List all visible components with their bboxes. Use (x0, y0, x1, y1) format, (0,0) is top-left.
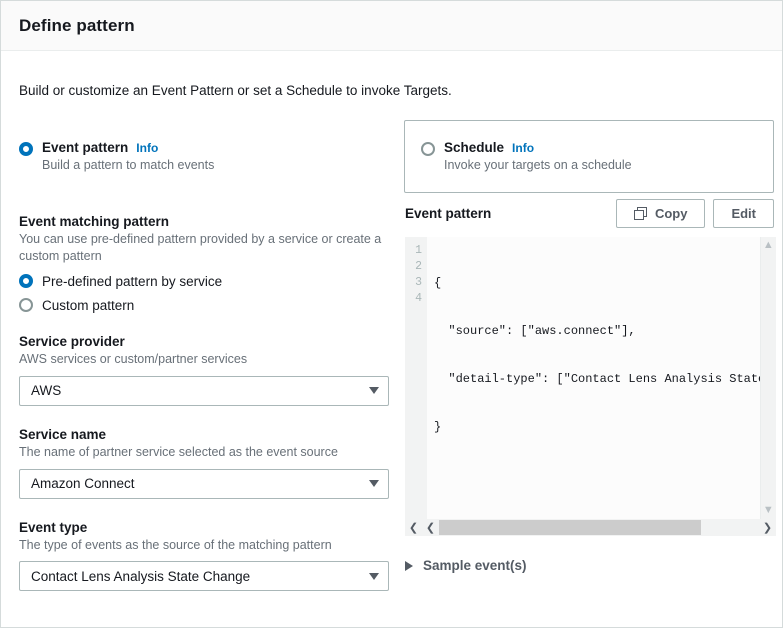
copy-button-label: Copy (655, 206, 688, 221)
right-column: Event pattern Copy Edit (405, 193, 782, 591)
event-pattern-option-wrapper: Event pattern Info Build a pattern to ma… (1, 120, 404, 193)
event-matching-pattern-title: Event matching pattern (19, 214, 387, 229)
horizontal-scroll-track[interactable] (439, 519, 759, 536)
page-title: Define pattern (19, 16, 135, 36)
option-schedule-label-row: Schedule Info (444, 140, 632, 155)
event-matching-pattern-description: You can use pre-defined pattern provided… (19, 231, 387, 265)
scroll-up-icon[interactable]: ▲ (763, 240, 774, 251)
option-schedule-body: Schedule Info Invoke your targets on a s… (444, 140, 632, 172)
option-event-pattern-description: Build a pattern to match events (42, 158, 214, 172)
service-provider-field: Service provider AWS services or custom/… (19, 334, 387, 406)
event-type-label: Event type (19, 520, 387, 535)
line-number: 2 (405, 259, 422, 275)
copy-button[interactable]: Copy (616, 199, 706, 228)
radio-custom-pattern-label: Custom pattern (42, 298, 134, 313)
horizontal-scrollbar-row[interactable]: ❮ ❮ ❯ (405, 519, 776, 536)
service-provider-select[interactable]: AWS (19, 376, 389, 406)
radio-option-pre-defined-pattern[interactable]: Pre-defined pattern by service (19, 274, 387, 289)
chevron-down-icon (369, 480, 379, 487)
event-pattern-editor[interactable]: 1 2 3 4 { "source": ["aws.connect"], "de… (405, 237, 776, 519)
editor-inner: 1 2 3 4 { "source": ["aws.connect"], "de… (405, 237, 760, 519)
option-event-pattern-label: Event pattern (42, 140, 128, 155)
editor-vertical-scrollbar[interactable]: ▲ ▼ (760, 237, 776, 519)
service-provider-value: AWS (31, 383, 61, 398)
editor-scroll-right-icon[interactable]: ❯ (759, 519, 776, 536)
code-line: "source": ["aws.connect"], (434, 323, 760, 339)
sample-events-label: Sample event(s) (423, 558, 527, 573)
event-pattern-title: Event pattern (405, 206, 491, 221)
panel-scroll-left-icon[interactable]: ❮ (405, 519, 422, 536)
radio-schedule[interactable] (421, 142, 435, 156)
service-provider-label: Service provider (19, 334, 387, 349)
copy-icon (634, 207, 647, 220)
editor-code-area[interactable]: { "source": ["aws.connect"], "detail-typ… (427, 237, 760, 519)
event-type-value: Contact Lens Analysis State Change (31, 569, 250, 584)
radio-pre-defined-pattern[interactable] (19, 274, 33, 288)
event-type-field: Event type The type of events as the sou… (19, 520, 387, 592)
pattern-mode-options: Event pattern Info Build a pattern to ma… (1, 120, 782, 193)
schedule-option-wrapper: Schedule Info Invoke your targets on a s… (404, 120, 782, 193)
service-provider-description: AWS services or custom/partner services (19, 351, 387, 368)
event-type-description: The type of events as the source of the … (19, 537, 387, 554)
option-event-pattern-body: Event pattern Info Build a pattern to ma… (42, 140, 214, 172)
line-number: 1 (405, 243, 422, 259)
service-name-description: The name of partner service selected as … (19, 444, 387, 461)
info-link-event-pattern[interactable]: Info (136, 141, 158, 155)
code-line: "detail-type": ["Contact Lens Analysis S… (434, 371, 760, 387)
editor-line-numbers: 1 2 3 4 (405, 237, 427, 519)
line-number: 4 (405, 291, 422, 307)
option-schedule-card[interactable]: Schedule Info Invoke your targets on a s… (404, 120, 774, 193)
radio-option-custom-pattern[interactable]: Custom pattern (19, 298, 387, 313)
sample-events-toggle[interactable]: Sample event(s) (405, 558, 782, 573)
event-pattern-actions: Copy Edit (616, 199, 774, 228)
form-body: Event matching pattern You can use pre-d… (1, 193, 782, 591)
event-matching-pattern-group: Event matching pattern You can use pre-d… (19, 214, 387, 313)
info-link-schedule[interactable]: Info (512, 141, 534, 155)
horizontal-scroll-thumb[interactable] (439, 520, 701, 535)
option-schedule[interactable]: Schedule Info Invoke your targets on a s… (421, 140, 757, 172)
radio-custom-pattern[interactable] (19, 298, 33, 312)
service-name-field: Service name The name of partner service… (19, 427, 387, 499)
radio-pre-defined-pattern-label: Pre-defined pattern by service (42, 274, 222, 289)
option-schedule-description: Invoke your targets on a schedule (444, 158, 632, 172)
chevron-down-icon (369, 573, 379, 580)
code-line: } (434, 419, 760, 435)
service-name-label: Service name (19, 427, 387, 442)
line-number: 3 (405, 275, 422, 291)
service-name-value: Amazon Connect (31, 476, 135, 491)
chevron-down-icon (369, 387, 379, 394)
left-column: Event matching pattern You can use pre-d… (1, 193, 405, 591)
option-event-pattern-label-row: Event pattern Info (42, 140, 214, 155)
intro-text: Build or customize an Event Pattern or s… (1, 51, 782, 98)
option-event-pattern[interactable]: Event pattern Info Build a pattern to ma… (19, 140, 386, 172)
event-pattern-header: Event pattern Copy Edit (405, 199, 782, 228)
edit-button[interactable]: Edit (713, 199, 774, 228)
code-line: { (434, 275, 760, 291)
event-type-select[interactable]: Contact Lens Analysis State Change (19, 561, 389, 591)
scroll-down-icon[interactable]: ▼ (763, 505, 774, 516)
editor-scroll-left-icon[interactable]: ❮ (422, 519, 439, 536)
option-schedule-label: Schedule (444, 140, 504, 155)
panel-header: Define pattern (1, 1, 782, 51)
radio-event-pattern[interactable] (19, 142, 33, 156)
service-name-select[interactable]: Amazon Connect (19, 469, 389, 499)
edit-button-label: Edit (731, 206, 756, 221)
triangle-right-icon (405, 561, 413, 571)
define-pattern-panel: Define pattern Build or customize an Eve… (0, 0, 783, 628)
